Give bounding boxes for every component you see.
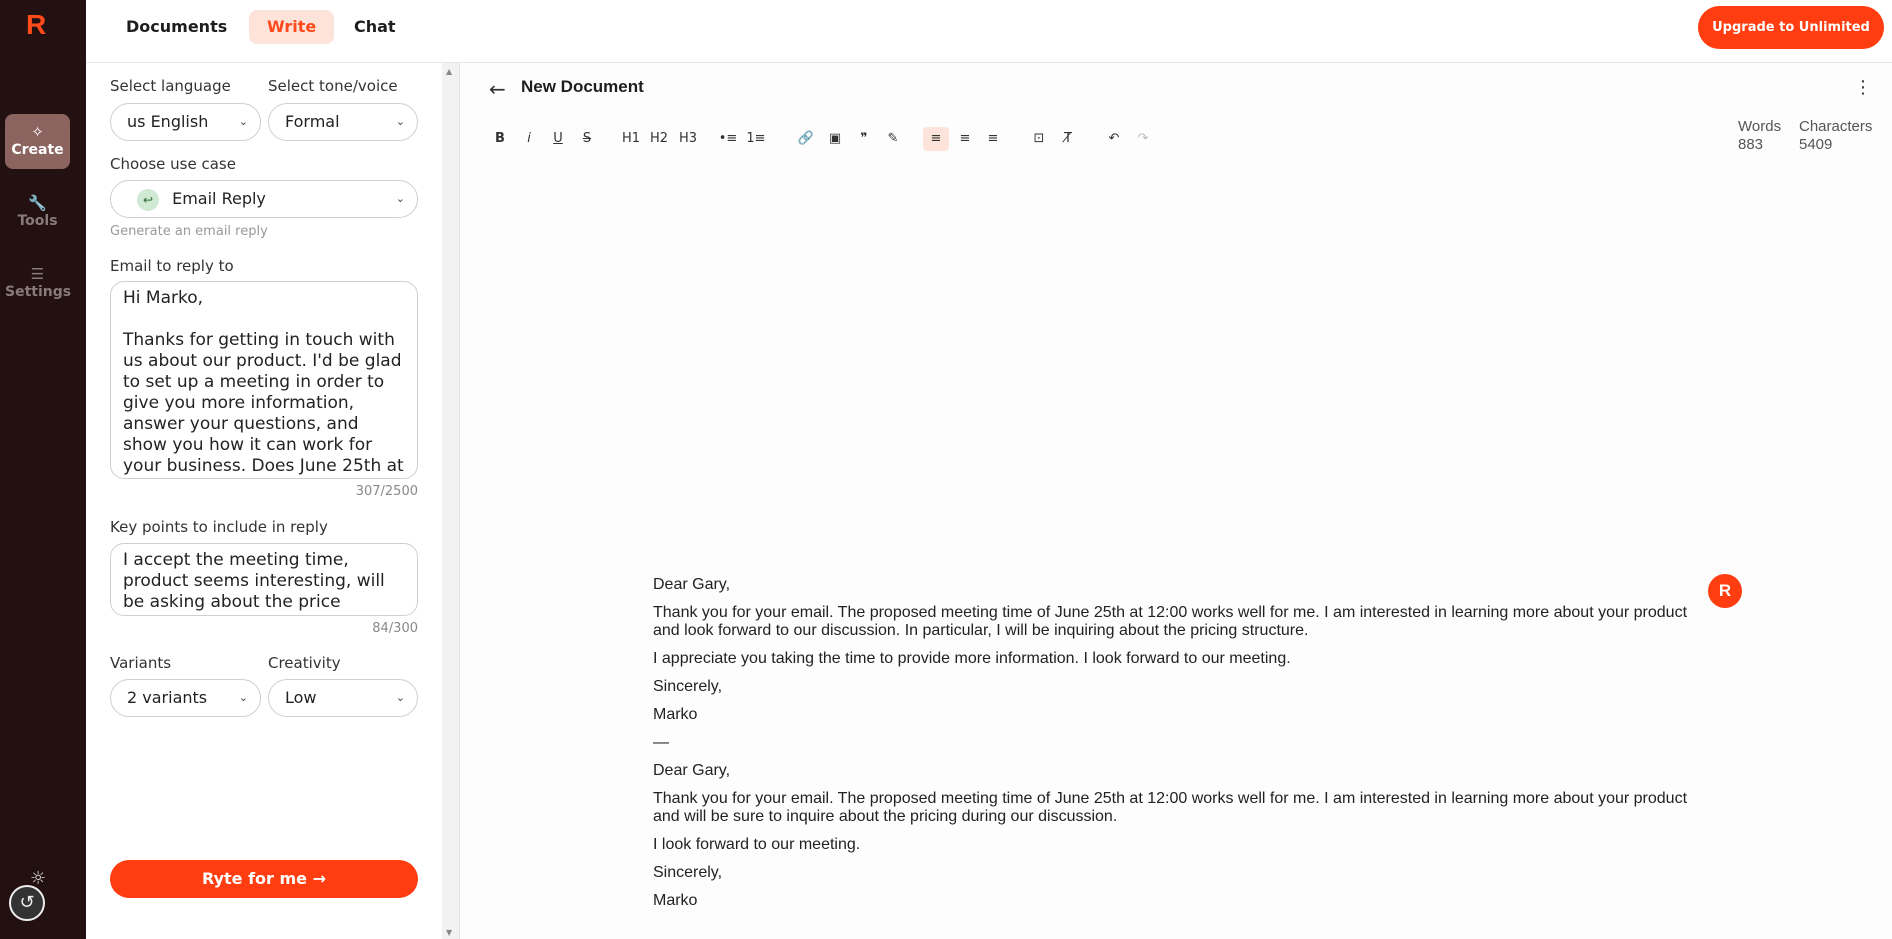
usecase-select[interactable]: ↩ Email Reply ⌄ (110, 180, 418, 218)
creativity-select[interactable]: Low ⌄ (268, 679, 418, 717)
email-char-count: 307/2500 (355, 484, 418, 499)
sliders-icon: ☰ (30, 265, 45, 283)
rail-item-tools[interactable]: 🔧 Tools (5, 185, 70, 240)
align-left-icon[interactable]: ≡ (923, 127, 949, 151)
character-count: Characters 5409 (1799, 118, 1872, 154)
tone-value: Formal (285, 112, 340, 131)
upgrade-button[interactable]: Upgrade to Unlimited (1698, 6, 1884, 49)
ryte-for-me-button[interactable]: Ryte for me → (110, 860, 418, 898)
write-form-panel: Select language Select tone/voice us Eng… (86, 63, 442, 939)
ryte-avatar[interactable]: R (1708, 574, 1742, 608)
align-right-icon[interactable]: ≡ (982, 127, 1004, 151)
rail-item-label: Tools (17, 213, 58, 229)
select-all-icon[interactable]: ⊡ (1028, 127, 1050, 151)
numbered-list-icon[interactable]: 1≡ (745, 127, 767, 151)
rail-item-label: Settings (5, 284, 72, 300)
variants-label: Variants (110, 654, 172, 672)
usecase-label: Choose use case (110, 155, 236, 173)
heading2-button[interactable]: H2 (647, 127, 671, 151)
more-options-icon[interactable]: ⋮ (1854, 77, 1872, 98)
top-bar: Documents Write Chat Upgrade to Unlimite… (86, 0, 1892, 63)
language-label: Select language (110, 77, 231, 95)
scroll-down-icon[interactable]: ▼ (446, 928, 452, 937)
doc-paragraph: Marko (653, 706, 698, 723)
variants-value: 2 variants (127, 688, 208, 707)
rail-item-label: Create (11, 142, 64, 158)
scroll-up-icon[interactable]: ▲ (446, 67, 452, 76)
variants-select[interactable]: 2 variants ⌄ (110, 679, 261, 717)
word-count: Words 883 (1738, 118, 1781, 154)
doc-paragraph: Dear Gary, (653, 576, 731, 593)
tab-write[interactable]: Write (249, 10, 335, 44)
keypoints-char-count: 84/300 (372, 621, 418, 636)
rail-item-settings[interactable]: ☰ Settings (5, 256, 72, 311)
characters-value: 5409 (1799, 136, 1833, 153)
chevron-down-icon: ⌄ (395, 691, 405, 704)
app-window: R ✧ Create 🔧 Tools ☰ Settings ☼ ↺ Docume… (0, 0, 1892, 939)
bold-button[interactable]: B (491, 127, 509, 151)
clear-format-icon[interactable]: T̸ (1057, 127, 1079, 151)
words-value: 883 (1738, 136, 1764, 153)
creativity-value: Low (285, 688, 317, 707)
chevron-down-icon: ⌄ (238, 691, 248, 704)
language-value: us English (127, 112, 209, 131)
creativity-label: Creativity (268, 654, 341, 672)
reply-icon: ↩ (137, 188, 159, 211)
undo-icon[interactable]: ↶ (1103, 127, 1125, 151)
doc-paragraph: Dear Gary, (653, 762, 731, 779)
doc-paragraph: Thank you for your email. The proposed m… (653, 604, 1688, 639)
tone-label: Select tone/voice (268, 77, 398, 95)
email-textarea[interactable]: Hi Marko, Thanks for getting in touch wi… (110, 281, 418, 479)
document-title[interactable]: New Document (521, 77, 644, 97)
chevron-down-icon: ⌄ (395, 192, 405, 205)
italic-button[interactable]: i (520, 127, 538, 151)
highlight-pen-icon[interactable]: ✎ (883, 127, 903, 151)
doc-paragraph: Sincerely, (653, 864, 723, 881)
usecase-hint: Generate an email reply (110, 224, 268, 239)
doc-paragraph: I look forward to our meeting. (653, 836, 861, 853)
sparkle-icon: ✧ (31, 123, 44, 141)
doc-paragraph: Thank you for your email. The proposed m… (653, 790, 1688, 825)
tone-select[interactable]: Formal ⌄ (268, 103, 418, 141)
history-icon[interactable]: ↺ (9, 885, 45, 921)
bullet-list-icon[interactable]: •≡ (717, 127, 739, 151)
left-rail: R ✧ Create 🔧 Tools ☰ Settings ☼ ↺ (0, 0, 86, 939)
chevron-down-icon: ⌄ (395, 115, 405, 128)
link-icon[interactable]: 🔗 (796, 127, 816, 151)
usecase-value: Email Reply (172, 189, 266, 208)
panel-scrollbar[interactable]: ▲ ▼ (442, 63, 460, 939)
tab-chat[interactable]: Chat (336, 10, 414, 44)
tab-documents[interactable]: Documents (108, 10, 245, 44)
doc-paragraph: I appreciate you taking the time to prov… (653, 650, 1291, 667)
underline-button[interactable]: U (549, 127, 567, 151)
align-center-icon[interactable]: ≡ (954, 127, 976, 151)
chevron-down-icon: ⌄ (238, 115, 248, 128)
email-label: Email to reply to (110, 257, 234, 275)
doc-paragraph: Sincerely, (653, 678, 723, 695)
language-select[interactable]: us English ⌄ (110, 103, 261, 141)
document-body[interactable]: Dear Gary, Thank you for your email. The… (653, 576, 1693, 920)
words-label: Words (1738, 118, 1782, 135)
quote-icon[interactable]: ❞ (854, 127, 874, 151)
back-arrow-icon[interactable]: ← (489, 77, 506, 101)
keypoints-textarea[interactable]: I accept the meeting time, product seems… (110, 543, 418, 616)
app-logo[interactable]: R (26, 10, 50, 40)
heading3-button[interactable]: H3 (676, 127, 700, 151)
heading1-button[interactable]: H1 (619, 127, 643, 151)
keypoints-label: Key points to include in reply (110, 518, 328, 536)
wrench-icon: 🔧 (28, 194, 47, 212)
image-icon[interactable]: ▣ (825, 127, 845, 151)
document-editor: ← New Document ⋮ B i U S H1 H2 H3 •≡ 1≡ … (461, 63, 1892, 939)
strikethrough-button[interactable]: S (578, 127, 596, 151)
doc-paragraph: Marko (653, 892, 698, 909)
doc-separator: — (653, 734, 669, 751)
rail-item-create[interactable]: ✧ Create (5, 114, 70, 169)
characters-label: Characters (1799, 118, 1873, 135)
redo-icon[interactable]: ↷ (1132, 127, 1154, 151)
